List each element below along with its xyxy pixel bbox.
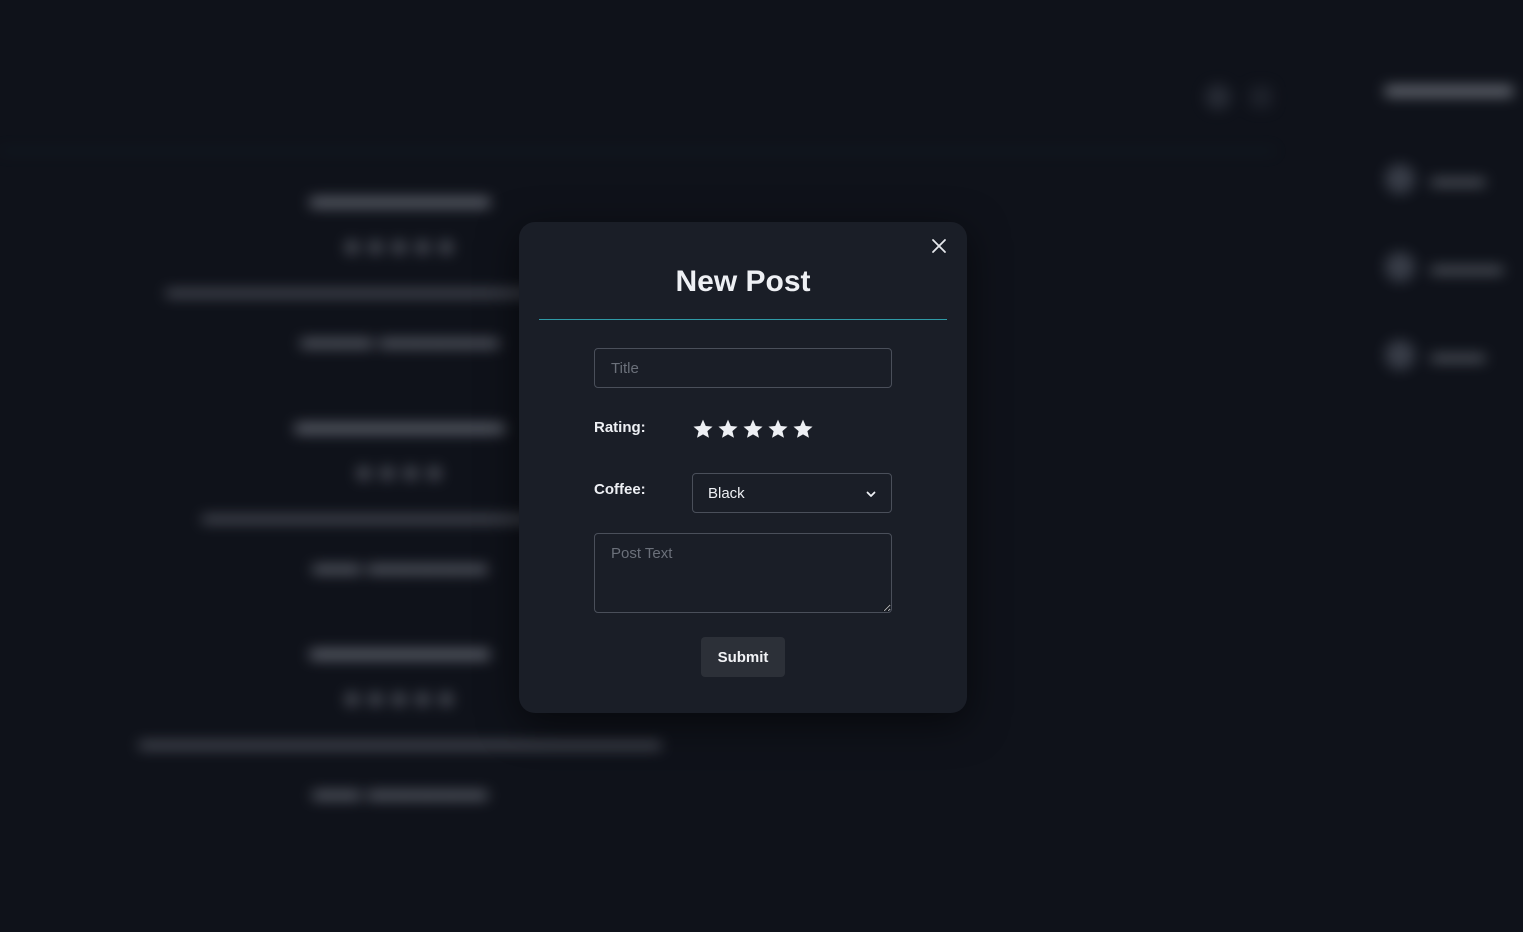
star-icon[interactable]	[767, 418, 789, 440]
coffee-select-value: Black	[708, 484, 745, 502]
chevron-down-icon	[865, 487, 877, 499]
title-divider	[539, 319, 947, 320]
post-text-field[interactable]	[594, 533, 892, 613]
modal-title: New Post	[675, 265, 811, 298]
background-avatar-icon	[1205, 84, 1231, 110]
star-icon[interactable]	[742, 418, 764, 440]
close-icon[interactable]	[929, 236, 949, 256]
star-icon[interactable]	[792, 418, 814, 440]
coffee-label: Coffee:	[594, 481, 646, 498]
star-icon[interactable]	[717, 418, 739, 440]
background-sidebar: ▬▬▬▬ ▬▬▬ ▬▬▬▬ ▬▬▬	[1385, 55, 1523, 399]
new-post-modal: New Post Rating: Coffee: Black Submit	[519, 222, 967, 713]
submit-button[interactable]: Submit	[701, 637, 785, 677]
background-header	[0, 0, 1275, 152]
star-icon[interactable]	[692, 418, 714, 440]
coffee-select[interactable]: Black	[692, 473, 892, 513]
background-menu-icon	[1250, 86, 1272, 108]
rating-label: Rating:	[594, 419, 646, 436]
title-input[interactable]	[594, 348, 892, 388]
rating-stars	[692, 418, 814, 440]
